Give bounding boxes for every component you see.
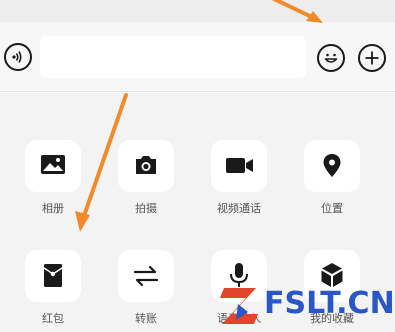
watermark-text: FSLT.CN	[264, 286, 395, 321]
watermark-logo	[220, 288, 258, 324]
left-arrow-shaft	[82, 93, 128, 218]
left-arrow-head	[75, 211, 90, 232]
watermark: FSLT.CN	[218, 278, 395, 332]
